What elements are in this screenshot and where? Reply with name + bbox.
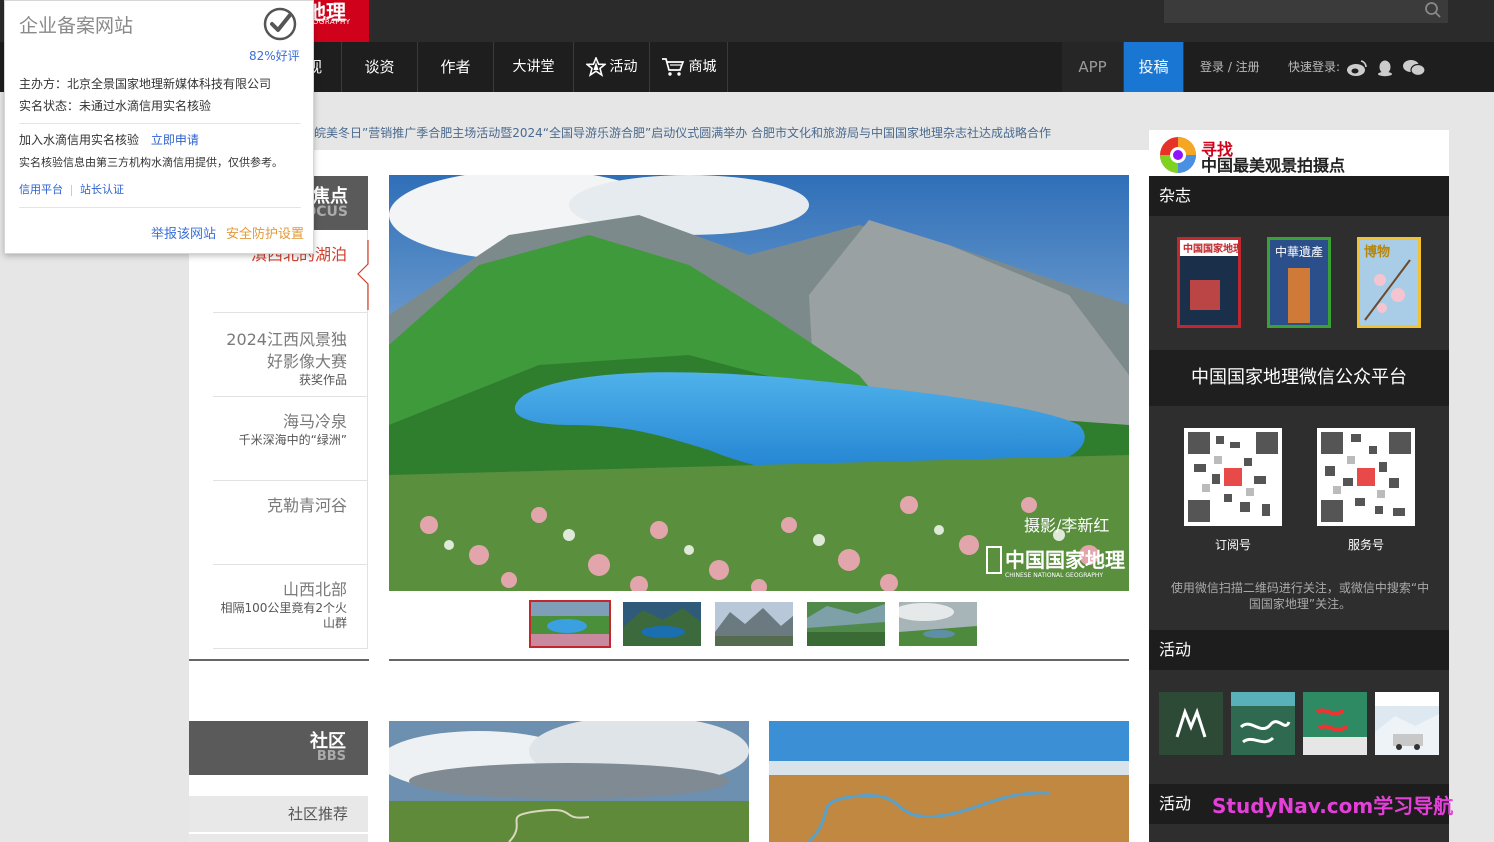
story-subtitle: 相隔100公里竟有2个火山群 <box>220 601 347 630</box>
photo-credit: 摄影/李新红 <box>1024 516 1109 535</box>
report-site-link[interactable]: 举报该网站 <box>151 223 216 242</box>
nav-item-lecture[interactable]: 大讲堂 <box>494 42 574 92</box>
nav-label: 登录 / 注册 <box>1200 60 1260 74</box>
bbs-subtitle: BBS <box>316 749 346 764</box>
login-register-link[interactable]: 登录 / 注册 <box>1200 42 1260 92</box>
camera-lens-icon <box>1160 137 1196 173</box>
story-item[interactable]: 山西北部 相隔100公里竟有2个火山群 <box>213 565 368 649</box>
nav-app[interactable]: APP <box>1062 42 1124 92</box>
qr-label: 订阅号 <box>1214 538 1251 552</box>
nav-item-activity[interactable]: 活动 <box>574 42 650 92</box>
story-item[interactable]: 2024江西风景独好影像大赛 获奖作品 <box>213 312 368 397</box>
magazine-cover-national-geography[interactable]: 中国国家地理 <box>1177 237 1243 328</box>
bbs-header: 社区 BBS <box>189 721 368 775</box>
story-title: 克勒青河谷 <box>266 496 347 515</box>
sponsor-text: 主办方：北京全景国家地理新媒体科技有限公司 <box>19 77 272 91</box>
find-subtitle: 中国最美观景拍摄点 <box>1201 156 1346 175</box>
story-subtitle: 千米深海中的“绿洲” <box>238 433 347 447</box>
photo-watermark-en: CHINESE NATIONAL GEOGRAPHY <box>1005 572 1103 579</box>
popup-divider <box>19 207 301 208</box>
wechat-icon[interactable] <box>1402 59 1426 77</box>
nav-label: 活动 <box>609 59 638 75</box>
nav-label: 投稿 <box>1138 58 1169 76</box>
qr-code-subscription[interactable] <box>1184 428 1282 526</box>
qr-code-service[interactable] <box>1317 428 1415 526</box>
nav-label: 大讲堂 <box>512 59 555 75</box>
active-indicator <box>357 240 369 310</box>
nav-label: APP <box>1078 58 1107 76</box>
rating-text[interactable]: 82%好评 <box>249 47 300 64</box>
svg-text:中国国家地理: 中国国家地理 <box>1183 242 1238 255</box>
join-text: 加入水滴信用实名核验 <box>19 133 140 147</box>
logo-subtext: EOGRAPHY <box>308 18 351 26</box>
qq-icon[interactable] <box>1376 59 1394 77</box>
news-ticker[interactable]: 皖美冬日”营销推广季合肥主场活动暨2024“全国导游乐游合肥”启动仪式圆满举办 … <box>314 124 1051 141</box>
divider <box>189 659 369 661</box>
nav-label: 谈资 <box>364 58 395 76</box>
popup-note: 实名核验信息由第三方机构水滴信用提供，仅供参考。 <box>19 156 283 169</box>
search-input[interactable] <box>1164 0 1448 23</box>
cart-icon <box>661 58 684 76</box>
story-title: 山西北部 <box>282 580 347 599</box>
search-icon[interactable] <box>1424 1 1442 19</box>
separator <box>71 184 72 196</box>
divider <box>389 659 1129 661</box>
bbs-photo[interactable] <box>389 721 749 842</box>
site-verification-popup: 企业备案网站 82%好评 主办方：北京全景国家地理新媒体科技有限公司 实名状态：… <box>4 0 314 254</box>
activity-thumbnail[interactable] <box>1303 692 1367 755</box>
thumbnail[interactable] <box>529 600 611 648</box>
magazine-section-header: 杂志 <box>1149 176 1449 216</box>
nav-item-shop[interactable]: 商城 <box>650 42 728 92</box>
nav-submit-button[interactable]: 投稿 <box>1124 42 1184 92</box>
nav-item-authors[interactable]: 作者 <box>418 42 494 92</box>
activity-section-header: 活动 <box>1149 630 1449 670</box>
qr-label: 服务号 <box>1347 538 1384 552</box>
popup-title: 企业备案网站 <box>19 15 134 37</box>
thumbnail[interactable] <box>715 602 793 646</box>
quick-login: 快速登录: <box>1288 42 1430 92</box>
popup-divider <box>19 123 301 124</box>
story-title: 2024江西风景独好影像大赛 <box>226 330 347 371</box>
wechat-note: 使用微信扫描二维码进行关注，或微信中搜索“中国国家地理”关注。 <box>1170 581 1430 611</box>
bbs-tab-next <box>189 834 368 842</box>
watermark: StudyNav.com学习导航 <box>1212 794 1454 818</box>
safety-settings-link[interactable]: 安全防护设置 <box>226 223 304 242</box>
verification-status: 实名状态：未通过水滴信用实名核验 <box>19 99 212 113</box>
activity-thumbnail[interactable] <box>1375 692 1439 755</box>
nav-item-talk[interactable]: 谈资 <box>342 42 418 92</box>
nav-label: 作者 <box>440 58 471 76</box>
verified-check-icon <box>263 7 297 41</box>
weibo-icon[interactable] <box>1346 59 1368 77</box>
quick-login-label: 快速登录: <box>1288 60 1341 74</box>
bbs-recommend-tab[interactable]: 社区推荐 <box>189 796 368 832</box>
thumbnail[interactable] <box>807 602 885 646</box>
credit-platform-link[interactable]: 信用平台 <box>19 183 63 196</box>
star-icon <box>585 57 606 77</box>
bbs-photo[interactable] <box>769 721 1129 842</box>
find-spot-banner[interactable]: 寻找 中国最美观景拍摄点 <box>1149 130 1449 176</box>
magazine-cover-museum[interactable]: 博物 <box>1357 237 1421 328</box>
svg-text:中華遺產: 中華遺產 <box>1275 244 1323 259</box>
activity-thumbnail[interactable] <box>1231 692 1295 755</box>
magazine-cover-heritage[interactable]: 中華遺產 <box>1267 237 1331 328</box>
photo-watermark: 中国国家地理 <box>1005 548 1125 572</box>
nav-label: 商城 <box>688 59 717 75</box>
story-item[interactable]: 海马冷泉 千米深海中的“绿洲” <box>213 397 368 481</box>
story-item[interactable]: 克勒青河谷 <box>213 481 368 565</box>
activity-thumbnail[interactable] <box>1159 692 1223 755</box>
hero-image[interactable]: 摄影/李新红 中国国家地理 CHINESE NATIONAL GEOGRAPHY <box>389 175 1129 591</box>
story-title: 海马冷泉 <box>282 412 347 431</box>
thumbnail[interactable] <box>899 602 977 646</box>
story-subtitle: 获奖作品 <box>298 373 347 387</box>
apply-link[interactable]: 立即申请 <box>151 133 199 147</box>
svg-text:博物: 博物 <box>1364 244 1390 260</box>
thumbnail[interactable] <box>623 602 701 646</box>
owner-cert-link[interactable]: 站长认证 <box>80 183 124 196</box>
wechat-platform-title: 中国国家地理微信公众平台 <box>1149 350 1449 406</box>
